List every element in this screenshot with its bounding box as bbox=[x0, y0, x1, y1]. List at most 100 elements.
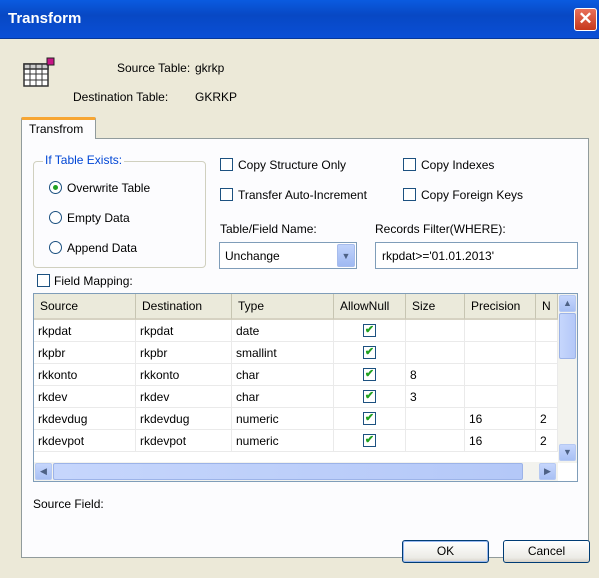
cell-size[interactable] bbox=[406, 342, 465, 364]
table-field-name-select[interactable]: Unchange ▼ bbox=[219, 242, 357, 269]
column-header-allownull[interactable]: AllowNull bbox=[334, 294, 406, 320]
allownull-checkbox[interactable]: ✔ bbox=[363, 368, 376, 381]
records-filter-value: rkpdat>='01.01.2013' bbox=[382, 249, 495, 263]
cell-type[interactable]: char bbox=[232, 386, 334, 408]
cell-n[interactable] bbox=[536, 364, 558, 386]
field-mapping-label[interactable]: Field Mapping: bbox=[54, 274, 133, 288]
cell-type[interactable]: smallint bbox=[232, 342, 334, 364]
overwrite-table-radio[interactable] bbox=[49, 181, 62, 194]
copy-structure-only-checkbox[interactable] bbox=[220, 158, 233, 171]
close-button[interactable]: ✕ bbox=[574, 8, 597, 31]
scroll-down-icon[interactable]: ▼ bbox=[559, 444, 576, 461]
column-header-precision[interactable]: Precision bbox=[465, 294, 536, 320]
cell-size[interactable]: 3 bbox=[406, 386, 465, 408]
destination-table-label: Destination Table: bbox=[73, 90, 169, 104]
copy-indexes-label[interactable]: Copy Indexes bbox=[421, 158, 494, 172]
copy-foreign-keys-checkbox[interactable] bbox=[403, 188, 416, 201]
vertical-scrollbar[interactable]: ▲ ▼ bbox=[558, 294, 577, 463]
cell-destination[interactable]: rkdev bbox=[136, 386, 232, 408]
title-bar[interactable]: Transform ✕ bbox=[0, 0, 599, 39]
column-header-n[interactable]: N bbox=[536, 294, 558, 320]
allownull-checkbox[interactable]: ✔ bbox=[363, 324, 376, 337]
cell-n[interactable] bbox=[536, 386, 558, 408]
if-table-exists-legend: If Table Exists: bbox=[43, 153, 125, 167]
allownull-checkbox[interactable]: ✔ bbox=[363, 412, 376, 425]
source-table-label: Source Table: bbox=[117, 61, 191, 75]
cell-allownull: ✔ bbox=[334, 386, 406, 408]
window-title: Transform bbox=[8, 10, 82, 27]
allownull-checkbox[interactable]: ✔ bbox=[363, 434, 376, 447]
cell-source[interactable]: rkkonto bbox=[34, 364, 136, 386]
cell-size[interactable] bbox=[406, 320, 465, 342]
cell-precision[interactable] bbox=[465, 320, 536, 342]
empty-data-radio[interactable] bbox=[49, 211, 62, 224]
horizontal-scroll-thumb[interactable] bbox=[53, 463, 523, 480]
cell-allownull: ✔ bbox=[334, 320, 406, 342]
table-field-name-label: Table/Field Name: bbox=[220, 222, 317, 236]
chevron-down-icon[interactable]: ▼ bbox=[337, 244, 355, 267]
cell-destination[interactable]: rkpbr bbox=[136, 342, 232, 364]
allownull-checkbox[interactable]: ✔ bbox=[363, 390, 376, 403]
copy-foreign-keys-label[interactable]: Copy Foreign Keys bbox=[421, 188, 523, 202]
transform-dialog: Transform ✕ Source Table: gkrkp Destinat… bbox=[0, 0, 599, 578]
overwrite-table-label[interactable]: Overwrite Table bbox=[67, 181, 150, 195]
transfer-auto-increment-checkbox[interactable] bbox=[220, 188, 233, 201]
cell-type[interactable]: char bbox=[232, 364, 334, 386]
horizontal-scrollbar[interactable]: ◀ ▶ bbox=[34, 462, 558, 481]
cell-n[interactable] bbox=[536, 320, 558, 342]
tab-transfrom[interactable]: Transfrom bbox=[21, 117, 96, 139]
cell-type[interactable]: numeric bbox=[232, 408, 334, 430]
cell-precision[interactable]: 16 bbox=[465, 430, 536, 452]
destination-table-value: GKRKP bbox=[195, 90, 238, 104]
cell-destination[interactable]: rkdevpot bbox=[136, 430, 232, 452]
transfer-auto-increment-label[interactable]: Transfer Auto-Increment bbox=[238, 188, 367, 202]
append-data-radio[interactable] bbox=[49, 241, 62, 254]
cell-size[interactable] bbox=[406, 408, 465, 430]
cancel-button[interactable]: Cancel bbox=[503, 540, 590, 563]
cell-allownull: ✔ bbox=[334, 342, 406, 364]
cell-type[interactable]: numeric bbox=[232, 430, 334, 452]
copy-indexes-checkbox[interactable] bbox=[403, 158, 416, 171]
records-filter-input[interactable]: rkpdat>='01.01.2013' bbox=[375, 242, 578, 269]
scroll-up-icon[interactable]: ▲ bbox=[559, 295, 576, 312]
cell-source[interactable]: rkdevpot bbox=[34, 430, 136, 452]
cell-type[interactable]: date bbox=[232, 320, 334, 342]
cell-destination[interactable]: rkkonto bbox=[136, 364, 232, 386]
cell-source[interactable]: rkdev bbox=[34, 386, 136, 408]
cell-source[interactable]: rkpbr bbox=[34, 342, 136, 364]
column-header-type[interactable]: Type bbox=[232, 294, 334, 320]
cell-n[interactable] bbox=[536, 342, 558, 364]
cell-size[interactable]: 8 bbox=[406, 364, 465, 386]
cell-allownull: ✔ bbox=[334, 430, 406, 452]
column-header-destination[interactable]: Destination bbox=[136, 294, 232, 320]
cell-allownull: ✔ bbox=[334, 364, 406, 386]
cell-size[interactable] bbox=[406, 430, 465, 452]
append-data-label[interactable]: Append Data bbox=[67, 241, 137, 255]
scroll-left-icon[interactable]: ◀ bbox=[35, 463, 52, 480]
allownull-checkbox[interactable]: ✔ bbox=[363, 346, 376, 359]
cell-allownull: ✔ bbox=[334, 408, 406, 430]
column-header-source[interactable]: Source bbox=[34, 294, 136, 320]
cell-precision[interactable] bbox=[465, 386, 536, 408]
source-table-value: gkrkp bbox=[195, 61, 225, 75]
vertical-scroll-thumb[interactable] bbox=[559, 313, 576, 359]
cell-precision[interactable] bbox=[465, 342, 536, 364]
table-field-name-value: Unchange bbox=[225, 249, 280, 263]
cell-precision[interactable] bbox=[465, 364, 536, 386]
copy-structure-only-label[interactable]: Copy Structure Only bbox=[238, 158, 346, 172]
cell-precision[interactable]: 16 bbox=[465, 408, 536, 430]
ok-button[interactable]: OK bbox=[402, 540, 489, 563]
cell-n[interactable]: 2 bbox=[536, 408, 558, 430]
cell-destination[interactable]: rkdevdug bbox=[136, 408, 232, 430]
cell-n[interactable]: 2 bbox=[536, 430, 558, 452]
cell-destination[interactable]: rkpdat bbox=[136, 320, 232, 342]
empty-data-label[interactable]: Empty Data bbox=[67, 211, 130, 225]
field-mapping-grid[interactable]: Source Destination Type AllowNull Size P… bbox=[33, 293, 578, 482]
cell-source[interactable]: rkpdat bbox=[34, 320, 136, 342]
scroll-right-icon[interactable]: ▶ bbox=[539, 463, 556, 480]
source-field-label: Source Field: bbox=[33, 497, 104, 511]
cell-source[interactable]: rkdevdug bbox=[34, 408, 136, 430]
column-header-size[interactable]: Size bbox=[406, 294, 465, 320]
table-grid-icon bbox=[23, 57, 55, 87]
field-mapping-checkbox[interactable] bbox=[37, 274, 50, 287]
